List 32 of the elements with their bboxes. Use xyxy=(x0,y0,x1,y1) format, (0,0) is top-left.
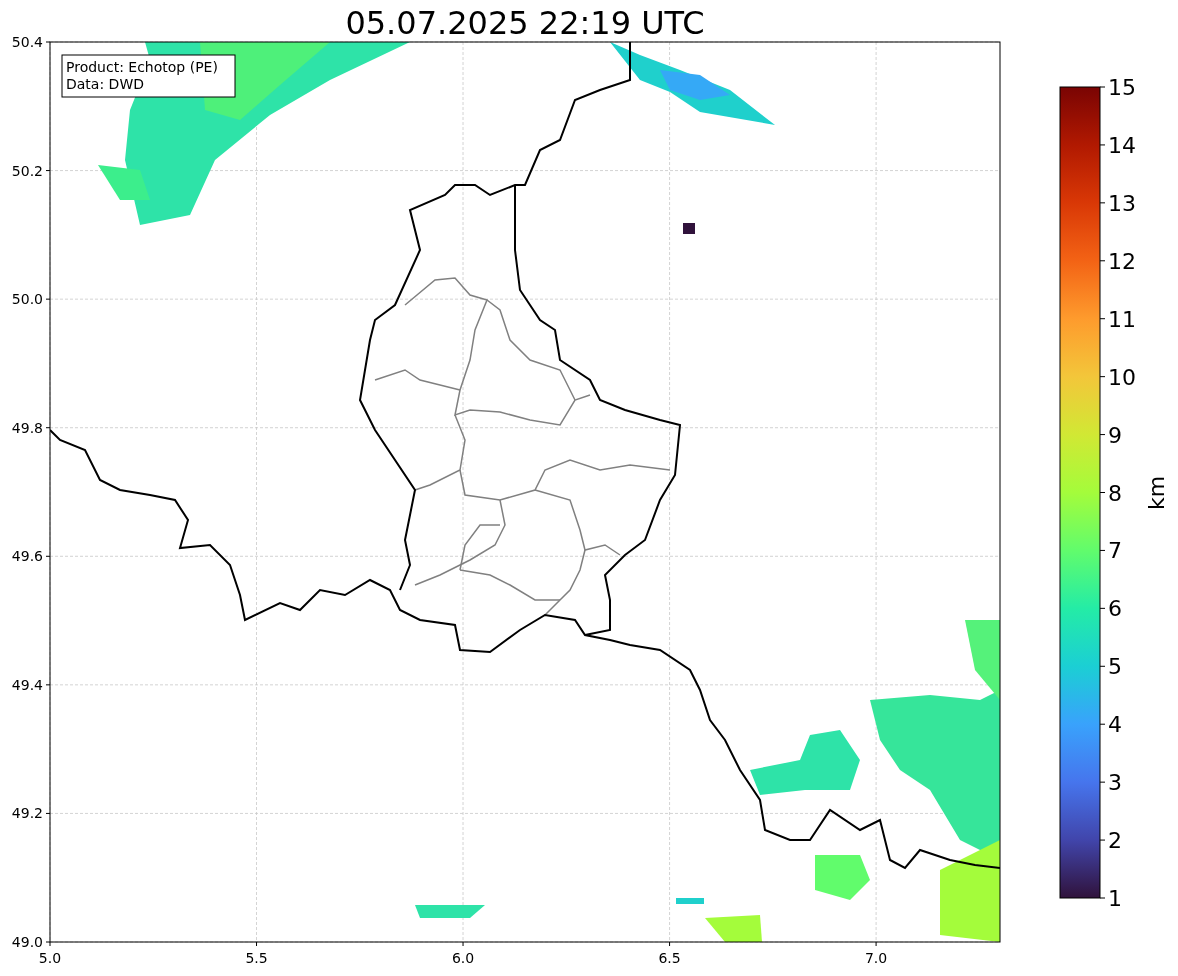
colorbar-tick-label: 10 xyxy=(1108,364,1136,390)
y-tick-label: 49.8 xyxy=(11,419,43,436)
x-tick-label: 5.5 xyxy=(245,950,268,966)
y-tick-label: 50.2 xyxy=(11,162,43,179)
colorbar-tick-label: 5 xyxy=(1108,654,1122,680)
colorbar-tick-label: 2 xyxy=(1108,828,1122,854)
colorbar-tick-label: 7 xyxy=(1108,538,1122,564)
y-tick-label: 50.0 xyxy=(11,291,43,308)
colorbar-tick-label: 14 xyxy=(1108,132,1136,158)
colorbar-label: km xyxy=(1144,475,1169,511)
y-tick-label: 50.4 xyxy=(11,34,43,50)
legend-text: Product: Echotop (PE) xyxy=(66,59,218,75)
colorbar-tick-label: 1 xyxy=(1108,886,1122,911)
legend-text: Data: DWD xyxy=(66,76,144,92)
colorbar-tick-label: 12 xyxy=(1108,248,1136,274)
colorbar-tick-label: 13 xyxy=(1108,190,1136,216)
colorbar-tick-label: 4 xyxy=(1108,712,1122,738)
y-tick-label: 49.4 xyxy=(11,676,43,693)
x-tick-label: 6.5 xyxy=(658,950,681,966)
colorbar-tick-label: 8 xyxy=(1108,480,1122,506)
y-tick-label: 49.0 xyxy=(11,934,43,950)
y-tick-label: 49.6 xyxy=(11,548,43,565)
colorbar-tick-label: 15 xyxy=(1108,75,1136,100)
x-tick-label: 7.0 xyxy=(864,950,888,966)
colorbar-tick-label: 9 xyxy=(1108,422,1122,448)
y-tick-label: 49.2 xyxy=(11,805,43,822)
x-tick-label: 6.0 xyxy=(451,950,475,966)
colorbar-tick-label: 6 xyxy=(1108,596,1122,622)
colorbar-tick-label: 3 xyxy=(1108,770,1122,796)
chart-title: 05.07.2025 22:19 UTC xyxy=(345,4,705,42)
colorbar-tick-label: 11 xyxy=(1108,306,1136,332)
x-tick-label: 5.0 xyxy=(38,950,62,966)
